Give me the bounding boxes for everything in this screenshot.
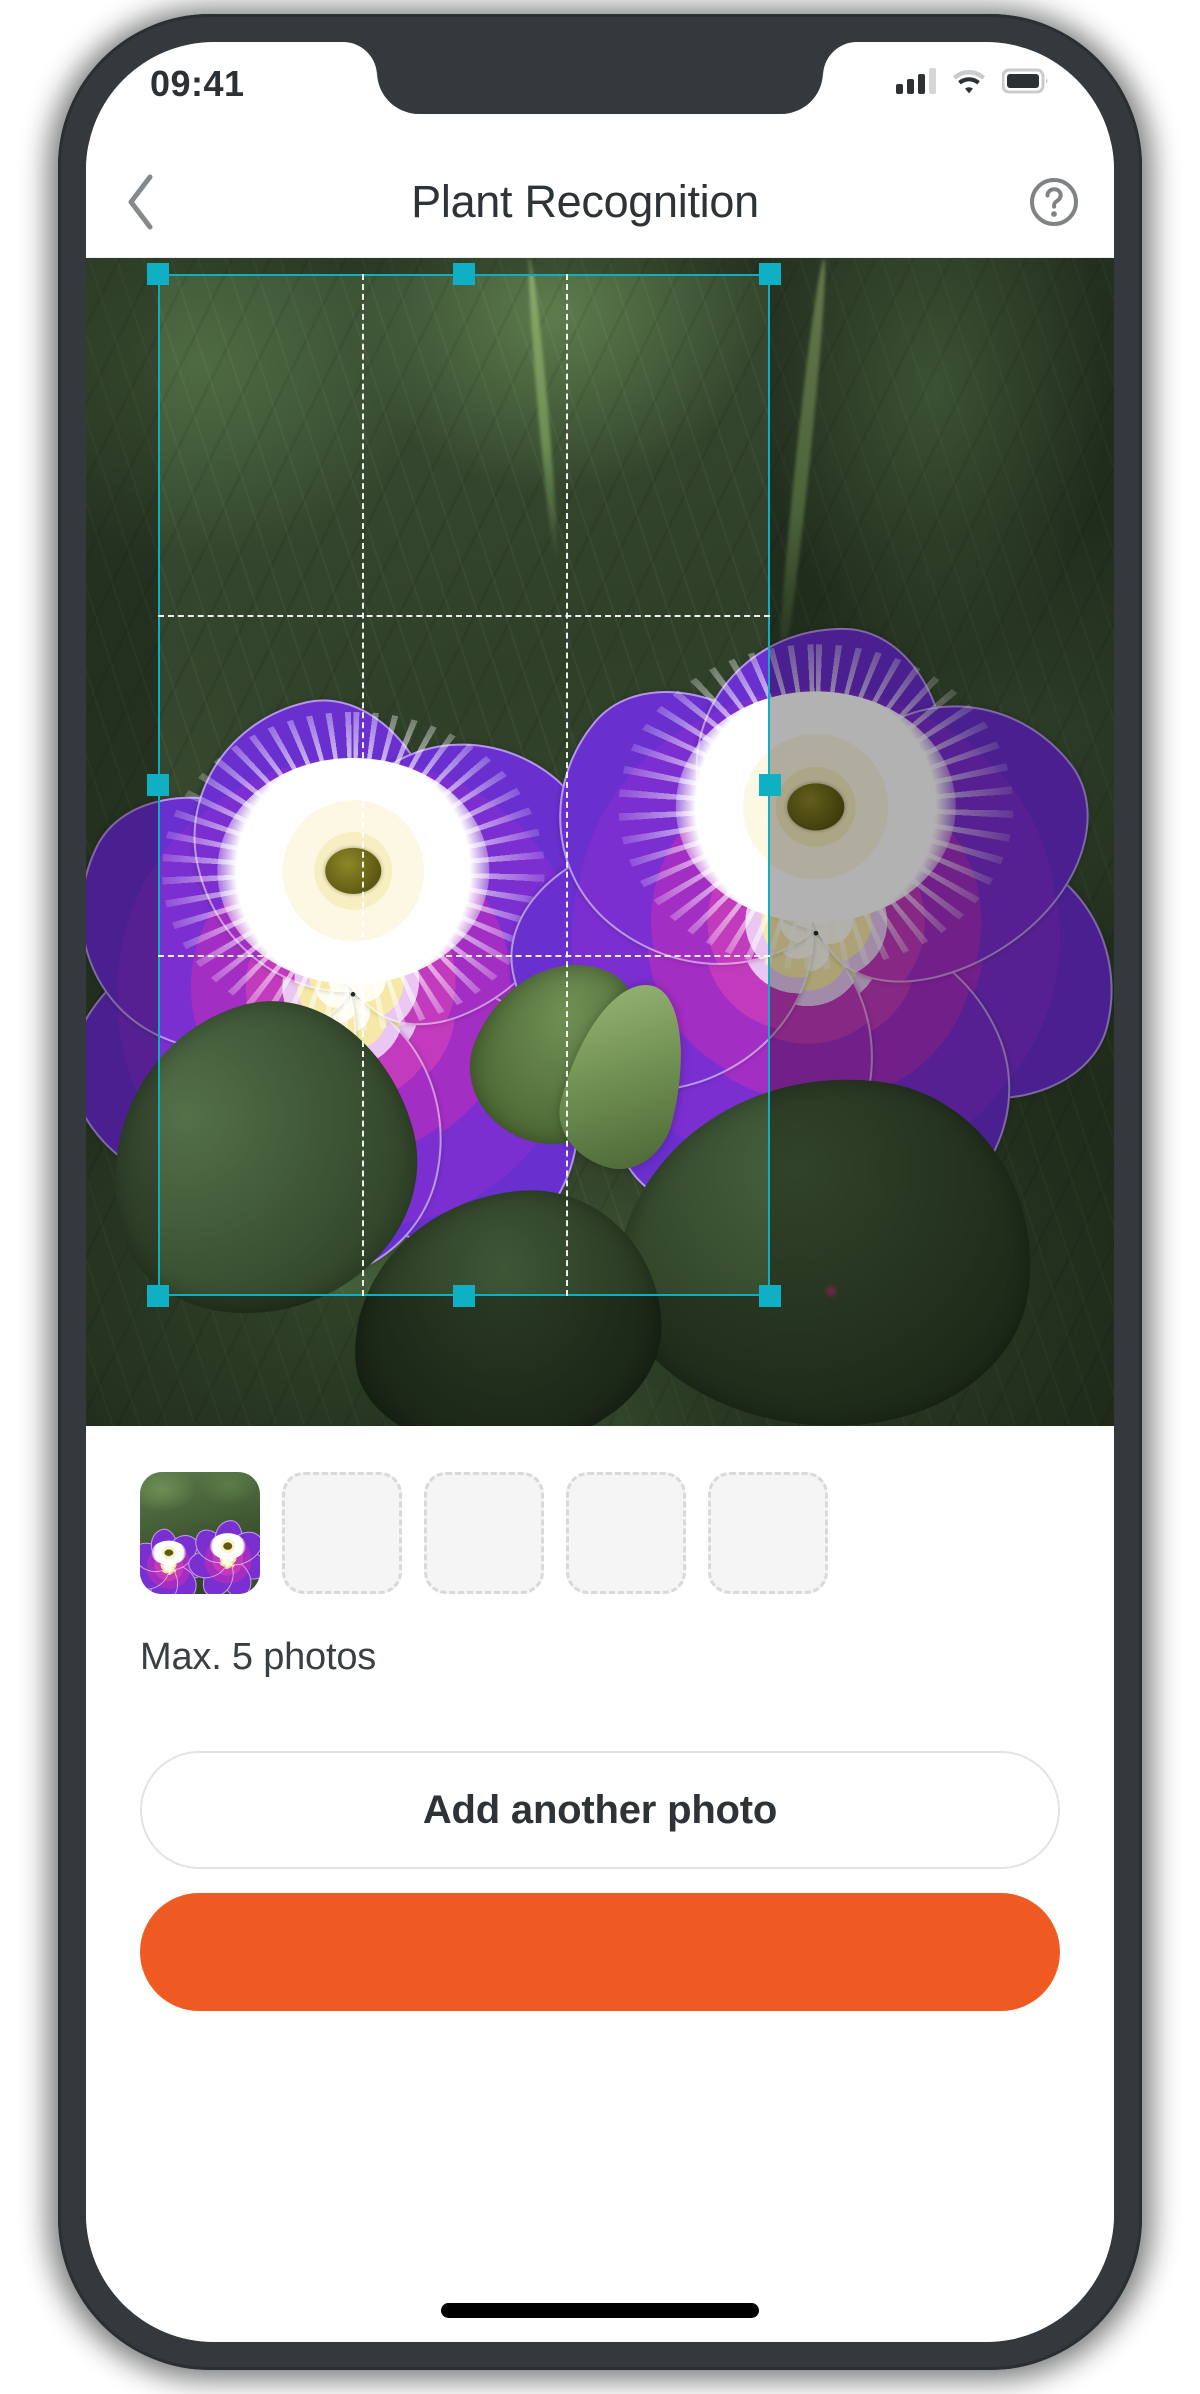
- crop-handle-bottom-left[interactable]: [147, 1285, 169, 1307]
- primary-submit-button[interactable]: [140, 1893, 1060, 2011]
- phone-screen: 09:41 Plant Recognition Max. 5 photos Ad…: [86, 42, 1114, 2342]
- battery-full-icon: [1002, 68, 1050, 94]
- page-title: Plant Recognition: [411, 175, 759, 227]
- crop-handle-bottom-center[interactable]: [453, 1285, 475, 1307]
- thumbnail-strip: [140, 1472, 1060, 1594]
- crop-handle-bottom-right[interactable]: [759, 1285, 781, 1307]
- max-photos-note: Max. 5 photos: [140, 1636, 377, 1678]
- add-another-photo-button[interactable]: Add another photo: [140, 1751, 1060, 1869]
- wifi-icon: [952, 68, 986, 94]
- crop-handle-middle-right[interactable]: [759, 774, 781, 796]
- help-button[interactable]: [994, 146, 1114, 258]
- crop-photo-editor[interactable]: [86, 258, 1114, 1426]
- screenshot-stage: 09:41 Plant Recognition Max. 5 photos Ad…: [0, 0, 1200, 2394]
- display-notch: [377, 42, 823, 114]
- question-mark-circle-icon: [1028, 176, 1080, 228]
- crop-overlay[interactable]: [147, 263, 781, 1307]
- notch-ear-left: [343, 42, 377, 76]
- crop-handle-top-center[interactable]: [453, 263, 475, 285]
- home-indicator[interactable]: [441, 2303, 759, 2318]
- thumbnail-slot-2[interactable]: [282, 1472, 402, 1594]
- chevron-left-icon: [124, 174, 158, 230]
- crop-grid-line-vertical-1: [361, 274, 364, 1296]
- crop-handle-top-right[interactable]: [759, 263, 781, 285]
- navigation-header: Plant Recognition: [86, 146, 1114, 258]
- crop-grid-line-horizontal-1: [158, 614, 770, 617]
- crop-frame-border: [158, 274, 770, 1296]
- thumbnail-slot-5[interactable]: [708, 1472, 828, 1594]
- thumbnail-slot-1[interactable]: [140, 1472, 260, 1594]
- thumbnail-slot-3[interactable]: [424, 1472, 544, 1594]
- thumbnail-image: [140, 1472, 260, 1594]
- cellular-signal-icon: [896, 68, 936, 94]
- thumbnail-flower-right: [186, 1518, 260, 1594]
- bottom-panel: Max. 5 photos Add another photo: [86, 1426, 1114, 2342]
- crop-grid-line-horizontal-2: [158, 955, 770, 958]
- crop-grid-line-vertical-2: [565, 274, 568, 1296]
- status-bar-icons: [896, 64, 1050, 94]
- crop-handle-top-left[interactable]: [147, 263, 169, 285]
- thumbnail-slot-4[interactable]: [566, 1472, 686, 1594]
- notch-ear-right: [823, 42, 857, 76]
- status-bar-time: 09:41: [150, 63, 245, 104]
- crop-handle-middle-left[interactable]: [147, 774, 169, 796]
